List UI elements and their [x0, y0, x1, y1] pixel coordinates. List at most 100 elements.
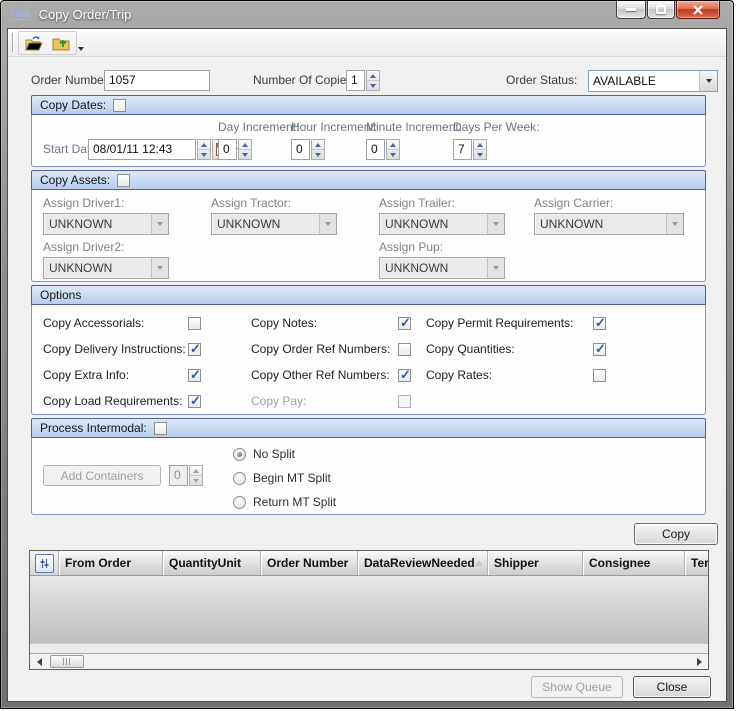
order-status-select[interactable]: AVAILABLE — [588, 70, 718, 92]
return-mt-split-radio[interactable] — [233, 496, 246, 509]
column-header-from-order[interactable]: From Order — [59, 551, 163, 575]
column-header-order-number[interactable]: Order Number — [261, 551, 358, 575]
column-header-terminal[interactable]: Ter — [685, 551, 708, 575]
begin-mt-split-radio[interactable] — [233, 472, 246, 485]
hour-increment-spin-down[interactable] — [312, 149, 324, 159]
hour-increment-spin-up[interactable] — [312, 140, 324, 149]
copy-assets-checkbox[interactable] — [117, 174, 130, 187]
order-status-label: Order Status: — [506, 70, 577, 91]
day-increment-spin-down[interactable] — [239, 149, 251, 159]
scrollbar-thumb[interactable] — [50, 655, 84, 668]
horizontal-scrollbar[interactable] — [30, 653, 708, 669]
column-header-shipper[interactable]: Shipper — [488, 551, 583, 575]
copy-quantities-checkbox[interactable] — [593, 343, 606, 356]
dropdown-button[interactable] — [151, 258, 168, 278]
copy-delivery-instructions-option: Copy Delivery Instructions: — [43, 336, 201, 362]
copy-order-ref-numbers-checkbox[interactable] — [398, 343, 411, 356]
close-button[interactable]: Close — [633, 676, 711, 698]
open-order-button[interactable] — [22, 33, 46, 54]
chevron-down-icon — [493, 222, 499, 226]
start-date-spin-up[interactable] — [198, 140, 210, 149]
days-per-week-field: Days Per Week: 7 — [453, 120, 539, 160]
open-folder-icon — [24, 35, 44, 52]
process-intermodal-checkbox[interactable] — [154, 422, 167, 435]
day-increment-field: Day Increment: 0 — [218, 120, 299, 160]
dropdown-button[interactable] — [319, 214, 336, 234]
order-number-label: Order Number: — [31, 70, 111, 91]
folder-green-arrow-icon — [51, 35, 71, 52]
copy-load-requirements-option: Copy Load Requirements: — [43, 388, 201, 414]
days-per-week-spin-down[interactable] — [474, 149, 486, 159]
no-split-radio[interactable] — [233, 448, 246, 461]
day-increment-spin-up[interactable] — [239, 140, 251, 149]
toolbar-overflow-icon[interactable] — [78, 47, 84, 51]
window-title: Copy Order/Trip — [39, 7, 132, 22]
hour-increment-field: Hour Increment: 0 — [291, 120, 377, 160]
assign-driver2-field: Assign Driver2: UNKNOWN — [43, 240, 169, 279]
days-per-week-label: Days Per Week: — [453, 120, 539, 134]
order-status-dropdown-button[interactable] — [699, 71, 717, 91]
column-header-datareviewneeded[interactable]: DataReviewNeeded — [358, 551, 488, 575]
days-per-week-spin-up[interactable] — [474, 140, 486, 149]
column-header-quantityunit[interactable]: QuantityUnit — [163, 551, 261, 575]
hour-increment-label: Hour Increment: — [291, 120, 377, 134]
dialog-content: Order Number: 1057 Number Of Copies: 1 O… — [8, 58, 726, 701]
minimize-button[interactable] — [616, 1, 646, 19]
column-header-consignee[interactable]: Consignee — [583, 551, 685, 575]
dropdown-button[interactable] — [151, 214, 168, 234]
maximize-button[interactable] — [647, 1, 675, 19]
copies-spin-down[interactable] — [367, 80, 379, 90]
assign-carrier-select[interactable]: UNKNOWN — [534, 213, 684, 235]
copy-rates-checkbox[interactable] — [593, 369, 606, 382]
save-copy-button[interactable] — [49, 33, 73, 54]
results-grid: From Order QuantityUnit Order Number Dat… — [29, 550, 709, 670]
process-intermodal-section: Process Intermodal: Add Containers 0 No … — [31, 418, 706, 515]
order-number-input[interactable]: 1057 — [104, 70, 210, 91]
order-status-value: AVAILABLE — [589, 71, 699, 91]
copy-notes-checkbox[interactable] — [398, 317, 411, 330]
begin-mt-split-option[interactable]: Begin MT Split — [233, 466, 336, 490]
grid-empty-body[interactable] — [30, 576, 708, 643]
minute-increment-value[interactable]: 0 — [366, 139, 385, 160]
copy-accessorials-checkbox[interactable] — [188, 317, 201, 330]
copies-spin-up[interactable] — [367, 71, 379, 80]
copy-permit-requirements-checkbox[interactable] — [593, 317, 606, 330]
scroll-right-button[interactable] — [691, 655, 707, 669]
days-per-week-value[interactable]: 7 — [453, 139, 472, 160]
day-increment-value[interactable]: 0 — [218, 139, 237, 160]
dropdown-button[interactable] — [487, 214, 504, 234]
assign-trailer-select[interactable]: UNKNOWN — [379, 213, 505, 235]
start-date-spin-down[interactable] — [198, 149, 210, 159]
return-mt-split-option[interactable]: Return MT Split — [233, 490, 336, 514]
copy-delivery-instructions-checkbox[interactable] — [188, 343, 201, 356]
copy-dates-title: Copy Dates: — [40, 98, 106, 112]
assign-driver2-select[interactable]: UNKNOWN — [43, 257, 169, 279]
field-chooser-button[interactable] — [35, 554, 54, 573]
assign-driver1-label: Assign Driver1: — [43, 196, 169, 210]
assign-driver1-select[interactable]: UNKNOWN — [43, 213, 169, 235]
split-options: No Split Begin MT Split Return MT Split — [233, 442, 336, 514]
assign-tractor-select[interactable]: UNKNOWN — [211, 213, 337, 235]
assign-pup-label: Assign Pup: — [379, 240, 505, 254]
minute-increment-spin-up[interactable] — [387, 140, 399, 149]
copy-dates-checkbox[interactable] — [113, 99, 126, 112]
number-of-copies-value[interactable]: 1 — [346, 70, 365, 91]
copy-load-requirements-checkbox[interactable] — [188, 395, 201, 408]
copy-button[interactable]: Copy — [634, 523, 718, 545]
assign-pup-select[interactable]: UNKNOWN — [379, 257, 505, 279]
hour-increment-value[interactable]: 0 — [291, 139, 310, 160]
dropdown-button[interactable] — [666, 214, 683, 234]
scroll-left-button[interactable] — [31, 655, 47, 669]
copy-extra-info-checkbox[interactable] — [188, 369, 201, 382]
grid-header-row: From Order QuantityUnit Order Number Dat… — [30, 551, 708, 576]
close-icon — [693, 5, 703, 15]
no-split-option[interactable]: No Split — [233, 442, 336, 466]
copy-other-ref-numbers-checkbox[interactable] — [398, 369, 411, 382]
close-window-button[interactable] — [676, 1, 720, 19]
toolbar-grip[interactable] — [12, 33, 14, 52]
assign-carrier-field: Assign Carrier: UNKNOWN — [534, 196, 684, 235]
assign-trailer-label: Assign Trailer: — [379, 196, 505, 210]
dropdown-button[interactable] — [487, 258, 504, 278]
minute-increment-spin-down[interactable] — [387, 149, 399, 159]
start-date-input[interactable]: 08/01/11 12:43 — [88, 139, 196, 160]
